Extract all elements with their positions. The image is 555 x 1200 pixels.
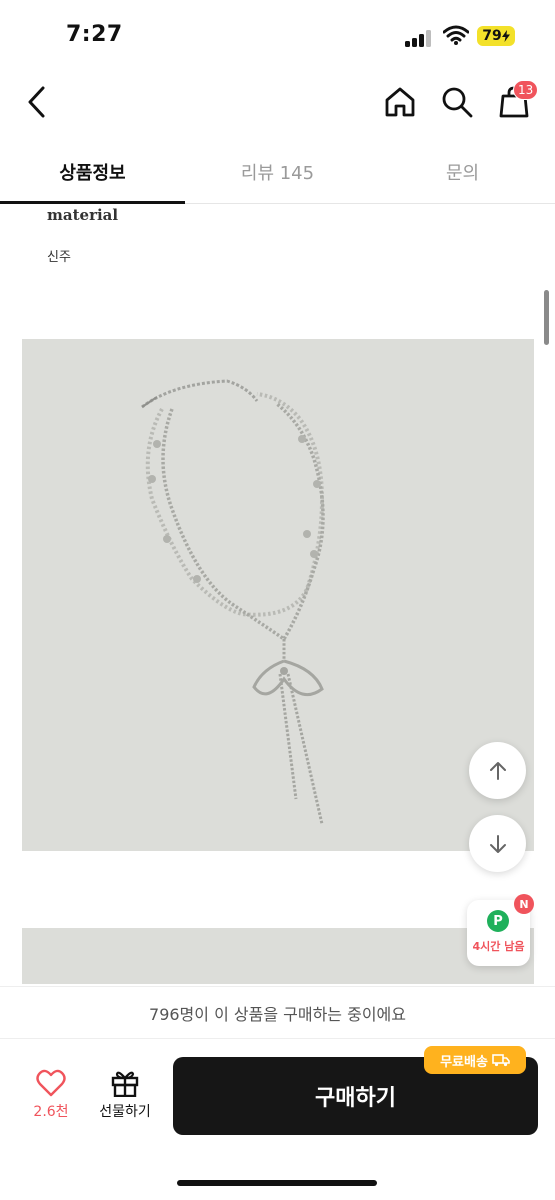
truck-icon [492,1053,510,1066]
signal-icon [405,29,435,47]
like-button[interactable]: 2.6천 [22,1069,80,1129]
status-time: 7:27 [66,22,123,47]
cart-button[interactable]: 13 [494,80,539,122]
gift-icon [111,1071,139,1097]
product-tabs: 상품정보 리뷰 145 문의 [0,140,555,204]
wifi-icon [442,25,470,49]
arrow-down-icon [489,834,506,853]
new-badge: N [514,894,534,914]
point-time-left: 4시간 남음 [472,940,525,953]
material-heading: material [47,206,119,224]
scroll-to-bottom-button[interactable] [469,815,526,872]
charging-icon [501,30,510,42]
scrollbar[interactable] [544,290,549,345]
point-reward-widget[interactable]: P N 4시간 남음 [467,894,534,966]
scroll-to-top-button[interactable] [469,742,526,799]
search-button[interactable] [437,82,477,122]
battery-level: 79 [482,28,502,44]
free-shipping-label: 무료배송 [440,1054,488,1070]
battery-indicator: 79 [477,26,515,46]
tab-product-info[interactable]: 상품정보 [0,140,185,204]
product-image [22,339,534,851]
material-value: 신주 [47,250,71,265]
home-icon [385,87,415,117]
viewer-count-banner: 796명이 이 상품을 구매하는 중이에요 [0,986,555,1038]
point-icon: P [487,910,509,932]
gift-label: 선물하기 [99,1104,151,1120]
tab-reviews[interactable]: 리뷰 145 [185,140,370,203]
back-button[interactable] [16,82,56,122]
tab-inquiry[interactable]: 문의 [370,140,555,203]
chevron-left-icon [28,86,45,118]
status-bar: 7:27 79 [0,0,555,70]
product-detail-content[interactable]: material 신주 [0,204,555,984]
search-icon [442,87,473,118]
viewer-count-text: 796명이 이 상품을 구매하는 중이에요 [149,1004,406,1024]
top-nav: 13 [0,70,555,134]
home-indicator [177,1180,377,1186]
necklace-illustration [141,379,325,825]
gift-button[interactable]: 선물하기 [92,1069,158,1129]
product-image-2 [22,928,534,984]
home-button[interactable] [380,82,420,122]
heart-icon [36,1069,66,1097]
free-shipping-badge: 무료배송 [424,1046,526,1074]
like-count: 2.6천 [33,1104,69,1120]
cart-count-badge: 13 [513,80,539,100]
arrow-up-icon [489,761,506,780]
